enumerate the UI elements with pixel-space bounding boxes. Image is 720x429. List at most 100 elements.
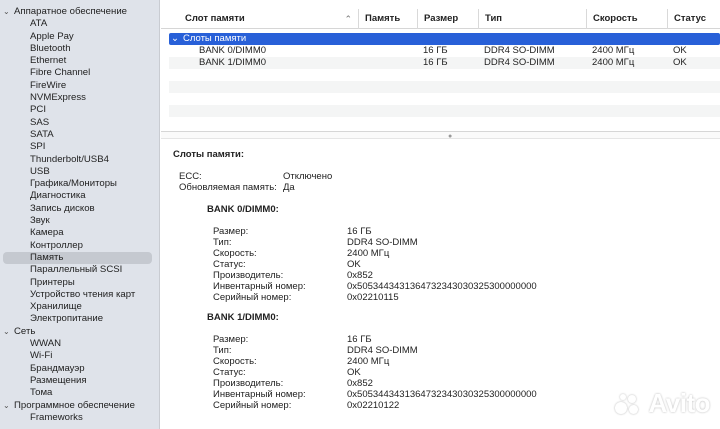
- sidebar-item-label: WWAN: [30, 338, 62, 350]
- sidebar-item-label: Запись дисков: [30, 202, 95, 214]
- sidebar-item-ethernet[interactable]: Ethernet: [0, 55, 159, 67]
- column-header-size[interactable]: Размер: [417, 9, 478, 29]
- label-manufacturer: Производитель:: [213, 378, 284, 389]
- sidebar-group-label: Аппаратное обеспечение: [14, 6, 128, 17]
- sidebar-item-firewall[interactable]: Брандмауэр: [0, 363, 159, 375]
- sidebar-item-storage[interactable]: Хранилище: [0, 301, 159, 313]
- sidebar-item-diagnostics[interactable]: Диагностика: [0, 190, 159, 202]
- upgradeable-label: Обновляемая память:: [179, 182, 277, 193]
- sidebar-item-label: Thunderbolt/USB4: [30, 153, 109, 165]
- sidebar-item-wwan[interactable]: WWAN: [0, 338, 159, 350]
- sidebar-group-label: Программное обеспечение: [14, 399, 135, 411]
- sidebar-item-label: Принтеры: [30, 276, 75, 288]
- chevron-down-icon[interactable]: ⌄: [3, 6, 11, 18]
- label-status: Статус:: [213, 259, 246, 270]
- value-status: OK: [347, 259, 361, 270]
- label-speed: Скорость:: [213, 248, 257, 259]
- sidebar-group-network[interactable]: ⌄ Сеть: [0, 326, 159, 338]
- cell-slot: BANK 0/DIMM0: [199, 45, 267, 56]
- sidebar-item-ata[interactable]: ATA: [0, 18, 159, 30]
- chevron-down-icon[interactable]: ⌄: [3, 326, 11, 338]
- table-body: ⌄ Слоты памяти BANK 0/DIMM0 16 ГБ DDR4 S…: [169, 33, 720, 117]
- sidebar-item-disc-burning[interactable]: Запись дисков: [0, 203, 159, 215]
- sidebar-item-camera[interactable]: Камера: [0, 227, 159, 239]
- sidebar-item-thunderbolt[interactable]: Thunderbolt/USB4: [0, 154, 159, 166]
- sidebar-group-hardware[interactable]: ⌄ Аппаратное обеспечение: [0, 6, 159, 18]
- column-header-memory[interactable]: Память: [358, 9, 417, 29]
- sidebar-item-label: Брандмауэр: [30, 362, 85, 374]
- sidebar-item-sas[interactable]: SAS: [0, 117, 159, 129]
- sidebar-item-label: PCI: [30, 104, 46, 116]
- sidebar-item-label: Камера: [30, 227, 64, 239]
- sidebar-item-fibre-channel[interactable]: Fibre Channel: [0, 67, 159, 79]
- sidebar-item-parallel-scsi[interactable]: Параллельный SCSI: [0, 264, 159, 276]
- table-group-row[interactable]: ⌄ Слоты памяти: [169, 33, 720, 45]
- sidebar-item-label: USB: [30, 165, 50, 177]
- sidebar-item-label: Wi-Fi: [30, 350, 53, 362]
- sidebar-item-card-reader[interactable]: Устройство чтения карт: [0, 289, 159, 301]
- main-panel: Слот памяти ⌃ Память Размер Тип Скорость…: [161, 0, 720, 429]
- sidebar-item-firewire[interactable]: FireWire: [0, 80, 159, 92]
- column-header-slot[interactable]: Слот памяти ⌃: [179, 9, 358, 29]
- detail-pane: Слоты памяти: ECC: Отключено Обновляемая…: [161, 140, 720, 429]
- sidebar-item-apple-pay[interactable]: Apple Pay: [0, 31, 159, 43]
- sidebar-item-pci[interactable]: PCI: [0, 104, 159, 116]
- sidebar-item-memory[interactable]: Память: [3, 251, 152, 265]
- column-header-speed[interactable]: Скорость: [586, 9, 667, 29]
- value-size: 16 ГБ: [347, 334, 372, 345]
- sidebar: ⌄ Аппаратное обеспечение ATA Apple Pay Bl…: [0, 0, 160, 429]
- sidebar-item-controller[interactable]: Контроллер: [0, 240, 159, 252]
- sidebar-item-nvmexpress[interactable]: NVMExpress: [0, 92, 159, 104]
- sidebar-group-software[interactable]: ⌄ Программное обеспечение: [0, 400, 159, 412]
- value-serial: 0x02210122: [347, 400, 400, 411]
- sidebar-item-audio[interactable]: Звук: [0, 215, 159, 227]
- column-header-label: Размер: [424, 13, 459, 24]
- sidebar-item-sata[interactable]: SATA: [0, 129, 159, 141]
- value-type: DDR4 SO-DIMM: [347, 237, 418, 248]
- ecc-label: ECC:: [179, 171, 202, 182]
- sidebar-item-usb[interactable]: USB: [0, 166, 159, 178]
- column-header-label: Скорость: [593, 13, 638, 24]
- bank-title: BANK 0/DIMM0:: [207, 204, 279, 215]
- sidebar-item-bluetooth[interactable]: Bluetooth: [0, 43, 159, 55]
- sidebar-item-locations[interactable]: Размещения: [0, 375, 159, 387]
- sidebar-item-label: Параллельный SCSI: [30, 264, 123, 276]
- value-type: DDR4 SO-DIMM: [347, 345, 418, 356]
- value-part-number: 0x5053443431364732343030325300000000: [347, 281, 537, 292]
- chevron-down-icon[interactable]: ⌄: [3, 400, 11, 412]
- split-divider[interactable]: ●: [161, 131, 720, 140]
- column-header-type[interactable]: Тип: [478, 9, 586, 29]
- label-status: Статус:: [213, 367, 246, 378]
- sidebar-item-volumes[interactable]: Тома: [0, 387, 159, 399]
- label-size: Размер:: [213, 226, 249, 237]
- column-header-label: Тип: [485, 13, 503, 24]
- sidebar-item-frameworks[interactable]: Frameworks: [0, 412, 159, 424]
- sidebar-item-printers[interactable]: Принтеры: [0, 277, 159, 289]
- table-row[interactable]: BANK 1/DIMM0 16 ГБ DDR4 SO-DIMM 2400 МГц…: [169, 57, 720, 69]
- splitter-grip-icon[interactable]: ●: [448, 133, 452, 140]
- sidebar-item-spi[interactable]: SPI: [0, 141, 159, 153]
- value-size: 16 ГБ: [347, 226, 372, 237]
- detail-title: Слоты памяти:: [173, 149, 244, 160]
- sidebar-item-graphics[interactable]: Графика/Мониторы: [0, 178, 159, 190]
- cell-status: OK: [673, 57, 687, 68]
- label-size: Размер:: [213, 334, 249, 345]
- column-header-label: Память: [365, 13, 401, 24]
- value-manufacturer: 0x852: [347, 378, 373, 389]
- sidebar-item-wifi[interactable]: Wi-Fi: [0, 350, 159, 362]
- sidebar-item-label: Размещения: [30, 374, 87, 386]
- cell-size: 16 ГБ: [423, 57, 448, 68]
- chevron-down-icon[interactable]: ⌄: [171, 33, 179, 45]
- column-header-status[interactable]: Статус: [667, 9, 720, 29]
- sidebar-item-label: Устройство чтения карт: [30, 288, 136, 300]
- label-serial: Серийный номер:: [213, 400, 292, 411]
- table-row[interactable]: BANK 0/DIMM0 16 ГБ DDR4 SO-DIMM 2400 МГц…: [169, 45, 720, 57]
- avito-watermark: Avito: [615, 388, 710, 419]
- sidebar-item-power[interactable]: Электропитание: [0, 313, 159, 325]
- label-part-number: Инвентарный номер:: [213, 389, 306, 400]
- cell-status: OK: [673, 45, 687, 56]
- cell-slot: BANK 1/DIMM0: [199, 57, 267, 68]
- sidebar-item-label: Электропитание: [30, 313, 104, 325]
- sidebar-item-label: Память: [30, 251, 64, 263]
- label-manufacturer: Производитель:: [213, 270, 284, 281]
